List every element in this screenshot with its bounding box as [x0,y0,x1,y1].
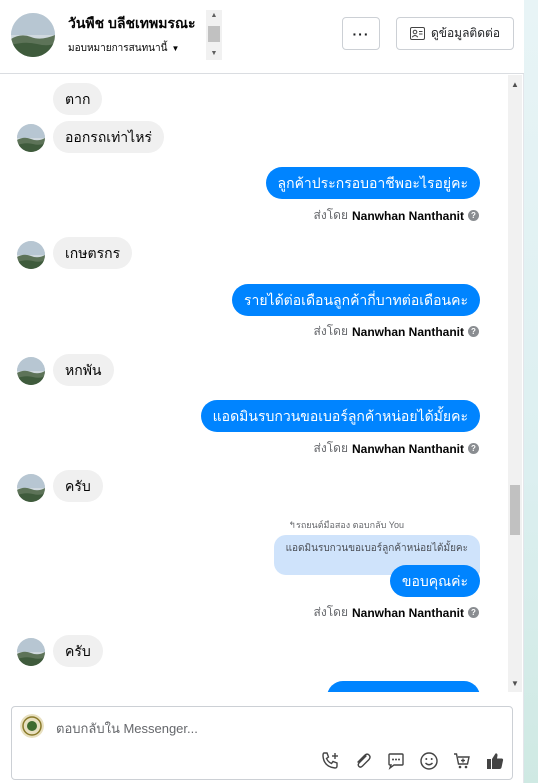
contact-avatar[interactable] [11,13,55,57]
scroll-up-icon[interactable]: ▲ [206,10,222,22]
sent-by-prefix: ส่งโดย [313,324,348,338]
sender-avatar [17,357,45,385]
sender-avatar [17,474,45,502]
sent-by-prefix: ส่งโดย [313,208,348,222]
sent-by-line: ส่งโดย Nanwhan Nanthanit ? [314,206,479,225]
conversation-header: วันพืช บลีชเทพมรณะ มอบหมายการสนทนานี้ ▼ … [0,0,524,74]
reply-composer [11,706,513,780]
saved-replies-icon[interactable] [384,749,408,773]
outgoing-message[interactable]: ลูกค้าประกรอบอาชีพอะไรอยู่คะ [265,167,480,199]
attach-icon[interactable] [351,749,375,773]
assign-label: มอบหมายการสนทนานี้ [68,43,168,54]
incoming-message[interactable]: ตาก [53,83,103,115]
outgoing-message[interactable]: แอดมินรบกวนขอเบอร์ลูกค้าหน่อยได้มั้ยคะ [200,400,480,432]
sent-by-prefix: ส่งโดย [313,441,348,455]
header-name-scrollbar[interactable]: ▲ ▼ [206,10,222,60]
more-options-button[interactable]: ··· [342,17,380,50]
contact-name: วันพืช บลีชเทพมรณะ [68,15,196,31]
info-icon[interactable]: ? [468,326,479,337]
scroll-thumb[interactable] [208,26,220,42]
agent-name: Nanwhan Nanthanit [351,208,464,223]
page-avatar [20,714,44,738]
message-list-scrollbar[interactable]: ▲ ▼ [508,75,522,692]
scroll-down-icon[interactable]: ▼ [206,48,222,60]
sent-by-line: ส่งโดย Nanwhan Nanthanit ? [314,439,479,458]
incoming-message[interactable]: หกพัน [53,354,114,386]
info-icon[interactable]: ? [468,210,479,221]
background-strip [524,0,538,783]
sent-by-prefix: ส่งโดย [313,605,348,619]
incoming-message[interactable]: เกษตรกร [53,237,133,269]
reply-context-note: ↰รถยนต์มือสอง ตอบกลับ You [288,520,404,530]
sent-by-line: ส่งโดย Nanwhan Nanthanit ? [314,603,479,622]
outgoing-message[interactable]: รายได้ต่อเดือนลูกค้ากี่บาทต่อเดือนคะ [231,284,480,316]
incoming-message[interactable]: ออกรถเท่าไหร่ [53,121,164,153]
conversation-panel: วันพืช บลีชเทพมรณะ มอบหมายการสนทนานี้ ▼ … [0,0,524,783]
emoji-icon[interactable] [417,749,441,773]
composer-toolbar [318,749,507,773]
assign-conversation-dropdown[interactable]: มอบหมายการสนทนานี้ ▼ [68,41,179,56]
message-list: ตาก ออกรถเท่าไหร่ ลูกค้าประกรอบอาชีพอะไร… [0,75,508,692]
caret-down-icon: ▼ [171,44,180,53]
contact-card-icon [409,27,425,40]
scroll-thumb[interactable] [510,485,520,535]
reply-input[interactable] [56,719,476,737]
outgoing-message[interactable]: ขอบคุณค่ะ [389,565,480,597]
sender-avatar [17,638,45,666]
sender-avatar [17,241,45,269]
scroll-up-icon[interactable]: ▲ [508,77,522,93]
incoming-message[interactable]: ครับ [53,470,103,502]
incoming-message[interactable]: ครับ [53,635,103,667]
contact-info-label: ดูข้อมูลติดต่อ [430,26,501,40]
agent-name: Nanwhan Nanthanit [351,324,464,339]
agent-name: Nanwhan Nanthanit [351,605,464,620]
cart-icon[interactable] [450,749,474,773]
view-contact-info-button[interactable]: ดูข้อมูลติดต่อ [396,17,514,50]
like-icon[interactable] [483,749,507,773]
info-icon[interactable]: ? [468,443,479,454]
call-icon[interactable] [318,749,342,773]
info-icon[interactable]: ? [468,607,479,618]
scroll-down-icon[interactable]: ▼ [508,676,522,692]
more-icon: ··· [352,25,370,42]
sender-avatar [17,124,45,152]
outgoing-message-partial[interactable] [327,681,480,692]
sent-by-line: ส่งโดย Nanwhan Nanthanit ? [314,322,479,341]
agent-name: Nanwhan Nanthanit [351,441,464,456]
